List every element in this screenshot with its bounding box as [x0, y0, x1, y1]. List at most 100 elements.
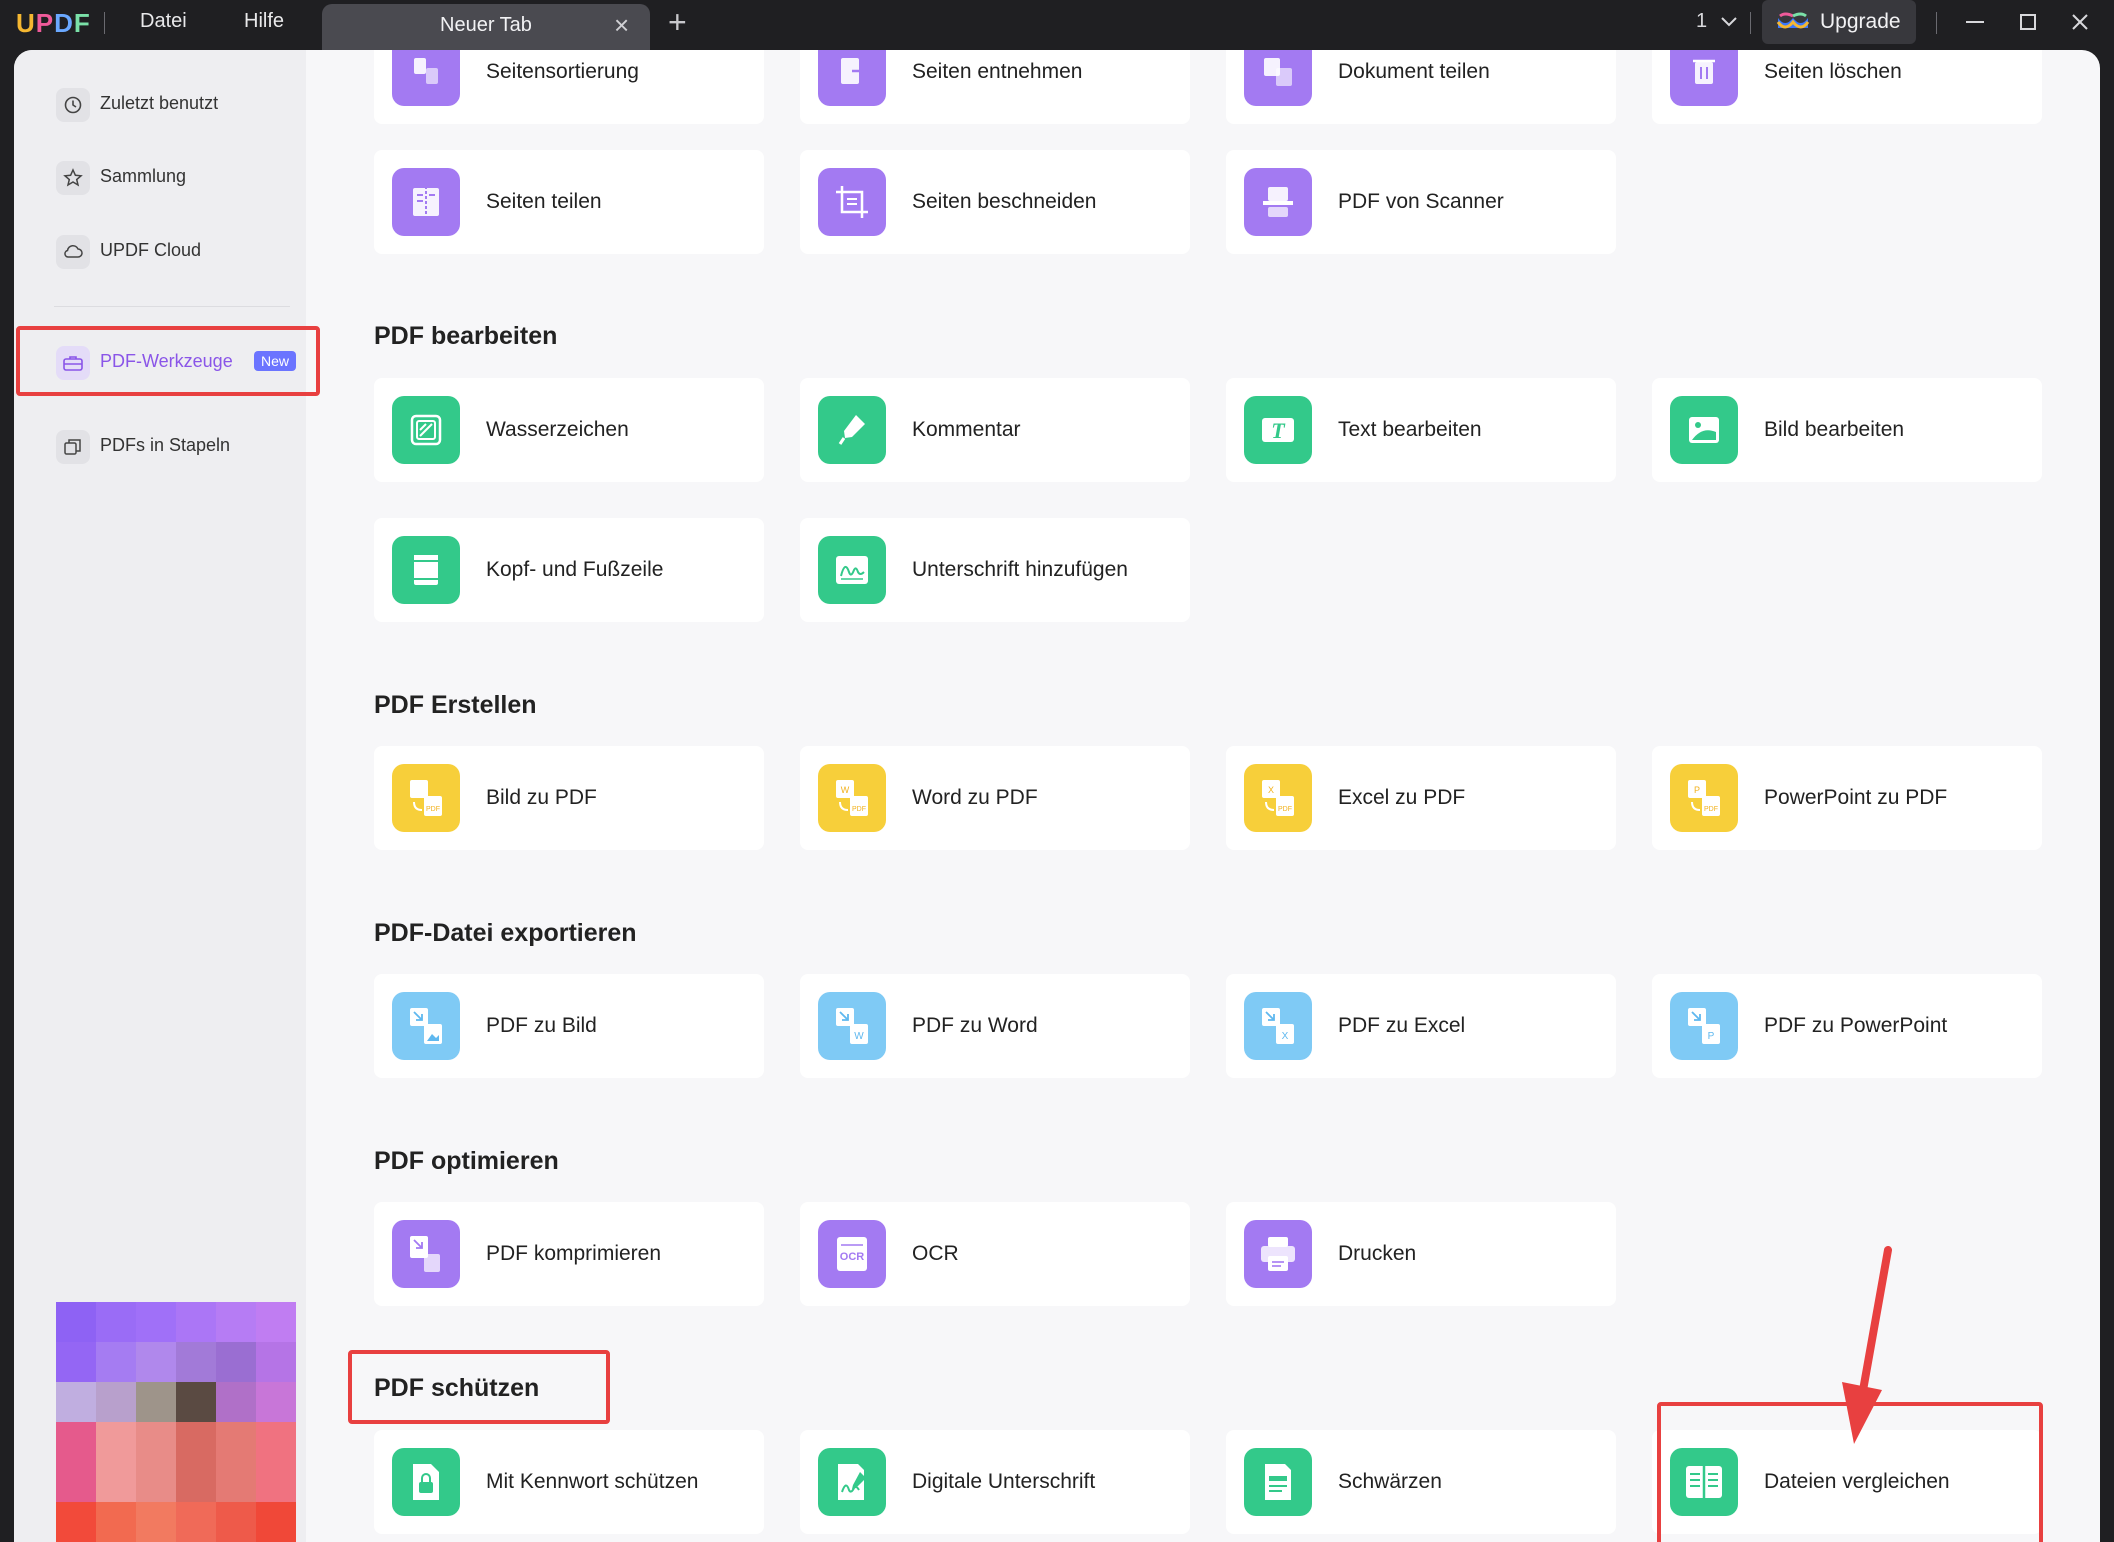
tool-edit-text[interactable]: T Text bearbeiten — [1226, 378, 1616, 482]
tool-powerpoint-to-pdf[interactable]: P PDF PowerPoint zu PDF — [1652, 746, 2042, 850]
chevron-down-icon[interactable] — [1718, 10, 1740, 32]
tool-ocr[interactable]: OCR OCR — [800, 1202, 1190, 1306]
sidebar-item-pdf-tools[interactable]: PDF-Werkzeuge New — [40, 338, 297, 386]
close-icon[interactable]: × — [614, 10, 629, 41]
tool-word-to-pdf[interactable]: W PDF Word zu PDF — [800, 746, 1190, 850]
compress-icon — [392, 1220, 460, 1288]
mosaic-tile — [216, 1382, 256, 1422]
close-window-icon[interactable] — [2062, 4, 2098, 40]
tool-label: PDF komprimieren — [486, 1242, 662, 1265]
tool-excel-to-pdf[interactable]: X PDF Excel zu PDF — [1226, 746, 1616, 850]
mosaic-tile — [56, 1342, 96, 1382]
title-divider — [1936, 12, 1937, 34]
upgrade-label: Upgrade — [1820, 10, 1901, 33]
mosaic-tile — [136, 1382, 176, 1422]
pdf-to-powerpoint-icon: P — [1670, 992, 1738, 1060]
mosaic-tile — [176, 1422, 216, 1462]
svg-text:W: W — [854, 1031, 864, 1042]
section-title-create: PDF Erstellen — [374, 691, 537, 719]
mosaic-tile — [136, 1502, 176, 1542]
mosaic-tile — [176, 1302, 216, 1342]
tool-split-document[interactable]: Dokument teilen — [1226, 50, 1616, 124]
tool-pdf-to-powerpoint[interactable]: P PDF zu PowerPoint — [1652, 974, 2042, 1078]
tool-comment[interactable]: Kommentar — [800, 378, 1190, 482]
header-footer-icon — [392, 536, 460, 604]
upgrade-button[interactable]: Upgrade — [1762, 0, 1916, 44]
tool-crop-pages[interactable]: Seiten beschneiden — [800, 150, 1190, 254]
page-count[interactable]: 1 — [1696, 10, 1707, 33]
cloud-icon — [56, 235, 90, 269]
redact-icon — [1244, 1448, 1312, 1516]
tool-pdf-to-word[interactable]: W PDF zu Word — [800, 974, 1190, 1078]
tab-label: Neuer Tab — [440, 14, 532, 36]
tool-split-pages[interactable]: Seiten teilen — [374, 150, 764, 254]
image-edit-icon — [1670, 396, 1738, 464]
minimize-icon[interactable] — [1957, 4, 1993, 40]
pdf-to-image-icon — [392, 992, 460, 1060]
mosaic-tile — [96, 1422, 136, 1462]
crown-icon — [1776, 12, 1810, 29]
mosaic-tile — [56, 1382, 96, 1422]
title-bar: UPDF Datei Hilfe Neuer Tab × + 1 Upgrade — [0, 0, 2114, 50]
mosaic-tile — [136, 1302, 176, 1342]
menu-help[interactable]: Hilfe — [244, 10, 284, 33]
split-pages-icon — [392, 168, 460, 236]
sidebar-item-batch[interactable]: PDFs in Stapeln — [40, 422, 290, 470]
trash-icon — [1670, 50, 1738, 106]
tool-pdf-to-image[interactable]: PDF zu Bild — [374, 974, 764, 1078]
title-divider — [104, 12, 105, 34]
add-tab-icon[interactable]: + — [668, 4, 687, 41]
tool-redact[interactable]: Schwärzen — [1226, 1430, 1616, 1534]
mosaic-tile — [256, 1302, 296, 1342]
mosaic-tile — [96, 1302, 136, 1342]
sidebar-item-recent[interactable]: Zuletzt benutzt — [40, 80, 290, 128]
tool-pdf-to-excel[interactable]: X PDF zu Excel — [1226, 974, 1616, 1078]
tool-pdf-from-scanner[interactable]: PDF von Scanner — [1226, 150, 1616, 254]
tool-print[interactable]: Drucken — [1226, 1202, 1616, 1306]
mosaic-tile — [56, 1462, 96, 1502]
maximize-icon[interactable] — [2010, 4, 2046, 40]
tool-header-footer[interactable]: Kopf- und Fußzeile — [374, 518, 764, 622]
tool-label: Kommentar — [912, 418, 1021, 441]
tool-label: Mit Kennwort schützen — [486, 1470, 699, 1493]
mosaic-tile — [216, 1462, 256, 1502]
tool-label: PDF zu Excel — [1338, 1014, 1466, 1037]
tool-label: Seitensortierung — [486, 60, 639, 83]
page-sort-icon — [392, 50, 460, 106]
mosaic-tile — [216, 1422, 256, 1462]
tool-edit-image[interactable]: Bild bearbeiten — [1652, 378, 2042, 482]
tool-extract-pages[interactable]: Seiten entnehmen — [800, 50, 1190, 124]
tab-new[interactable]: Neuer Tab × — [322, 4, 650, 50]
tool-label: PDF zu Word — [912, 1014, 1038, 1037]
tool-label: OCR — [912, 1242, 959, 1265]
arrow-annotation — [1842, 1246, 1892, 1444]
sidebar-item-cloud[interactable]: UPDF Cloud — [40, 227, 290, 275]
scanner-icon — [1244, 168, 1312, 236]
tool-label: Seiten teilen — [486, 190, 602, 213]
logo-letter: D — [54, 8, 74, 38]
svg-text:PDF: PDF — [1704, 806, 1718, 813]
logo-letter: U — [16, 8, 36, 38]
blurred-avatar-image — [40, 1250, 296, 1542]
sidebar-item-collection[interactable]: Sammlung — [40, 153, 290, 201]
printer-icon — [1244, 1220, 1312, 1288]
tool-add-signature[interactable]: Unterschrift hinzufügen — [800, 518, 1190, 622]
tool-label: Schwärzen — [1338, 1470, 1442, 1493]
tool-password-protect[interactable]: Mit Kennwort schützen — [374, 1430, 764, 1534]
main-window: Zuletzt benutzt Sammlung UPDF Cloud PDF-… — [14, 50, 2100, 1542]
sidebar-item-label: PDFs in Stapeln — [100, 435, 231, 455]
mosaic-tile — [256, 1502, 296, 1542]
mosaic-tile — [136, 1342, 176, 1382]
split-document-icon — [1244, 50, 1312, 106]
mosaic-tile — [96, 1462, 136, 1502]
tool-watermark[interactable]: Wasserzeichen — [374, 378, 764, 482]
digital-signature-icon — [818, 1448, 886, 1516]
tool-compress-pdf[interactable]: PDF komprimieren — [374, 1202, 764, 1306]
tool-page-sort[interactable]: Seitensortierung — [374, 50, 764, 124]
tool-label: Wasserzeichen — [486, 418, 629, 441]
tool-delete-pages[interactable]: Seiten löschen — [1652, 50, 2042, 124]
tool-digital-signature[interactable]: Digitale Unterschrift — [800, 1430, 1190, 1534]
tool-image-to-pdf[interactable]: PDF Bild zu PDF — [374, 746, 764, 850]
tool-label: Unterschrift hinzufügen — [912, 558, 1128, 581]
menu-file[interactable]: Datei — [140, 10, 187, 33]
